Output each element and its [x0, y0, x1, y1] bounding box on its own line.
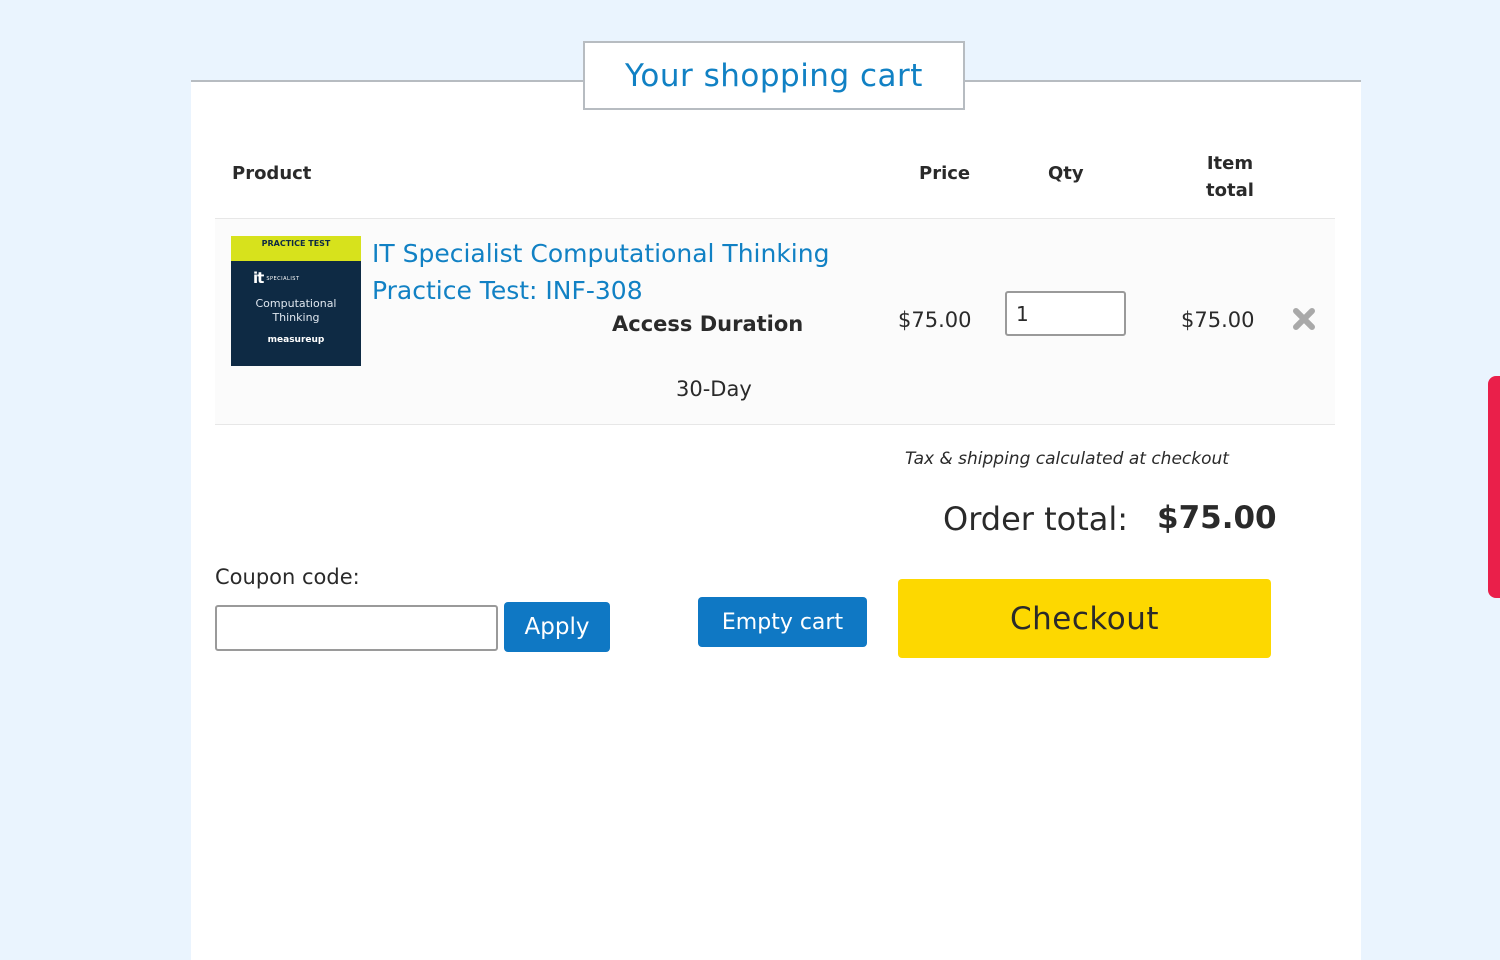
- checkout-button[interactable]: Checkout: [898, 579, 1271, 658]
- page: Your shopping cart Product Price Qty Ite…: [0, 0, 1500, 960]
- column-header-qty: Qty: [1048, 163, 1084, 184]
- apply-coupon-button[interactable]: Apply: [504, 602, 610, 652]
- coupon-code-label: Coupon code:: [215, 565, 360, 589]
- thumbnail-brand: measureup: [267, 335, 325, 345]
- thumbnail-band: PRACTICE TEST: [231, 236, 361, 261]
- feedback-side-tab[interactable]: [1488, 376, 1500, 598]
- item-total: $75.00: [1181, 308, 1255, 332]
- remove-item-icon[interactable]: [1291, 305, 1317, 333]
- page-title: Your shopping cart: [625, 57, 923, 94]
- product-thumbnail[interactable]: PRACTICE TEST it SPECIALIST Computational…: [231, 236, 361, 366]
- quantity-input[interactable]: [1005, 291, 1126, 336]
- tax-shipping-note: Tax & shipping calculated at checkout: [905, 449, 1229, 469]
- thumbnail-product-name: Computational Thinking: [255, 297, 337, 324]
- thumbnail-logo: it SPECIALIST: [253, 269, 300, 287]
- coupon-code-input[interactable]: [215, 605, 498, 651]
- column-header-price: Price: [919, 163, 971, 184]
- column-header-item-total: Item total: [1206, 153, 1254, 201]
- option-value: 30-Day: [676, 377, 752, 401]
- empty-cart-button[interactable]: Empty cart: [698, 597, 867, 647]
- cart-title-box: Your shopping cart: [583, 41, 965, 110]
- option-label: Access Duration: [612, 312, 804, 336]
- order-total-value: $75.00: [1157, 500, 1277, 536]
- item-price: $75.00: [898, 308, 972, 332]
- product-name-link[interactable]: IT Specialist Computational Thinking Pra…: [372, 235, 872, 309]
- column-header-product: Product: [232, 163, 312, 184]
- order-total-label: Order total:: [943, 500, 1129, 538]
